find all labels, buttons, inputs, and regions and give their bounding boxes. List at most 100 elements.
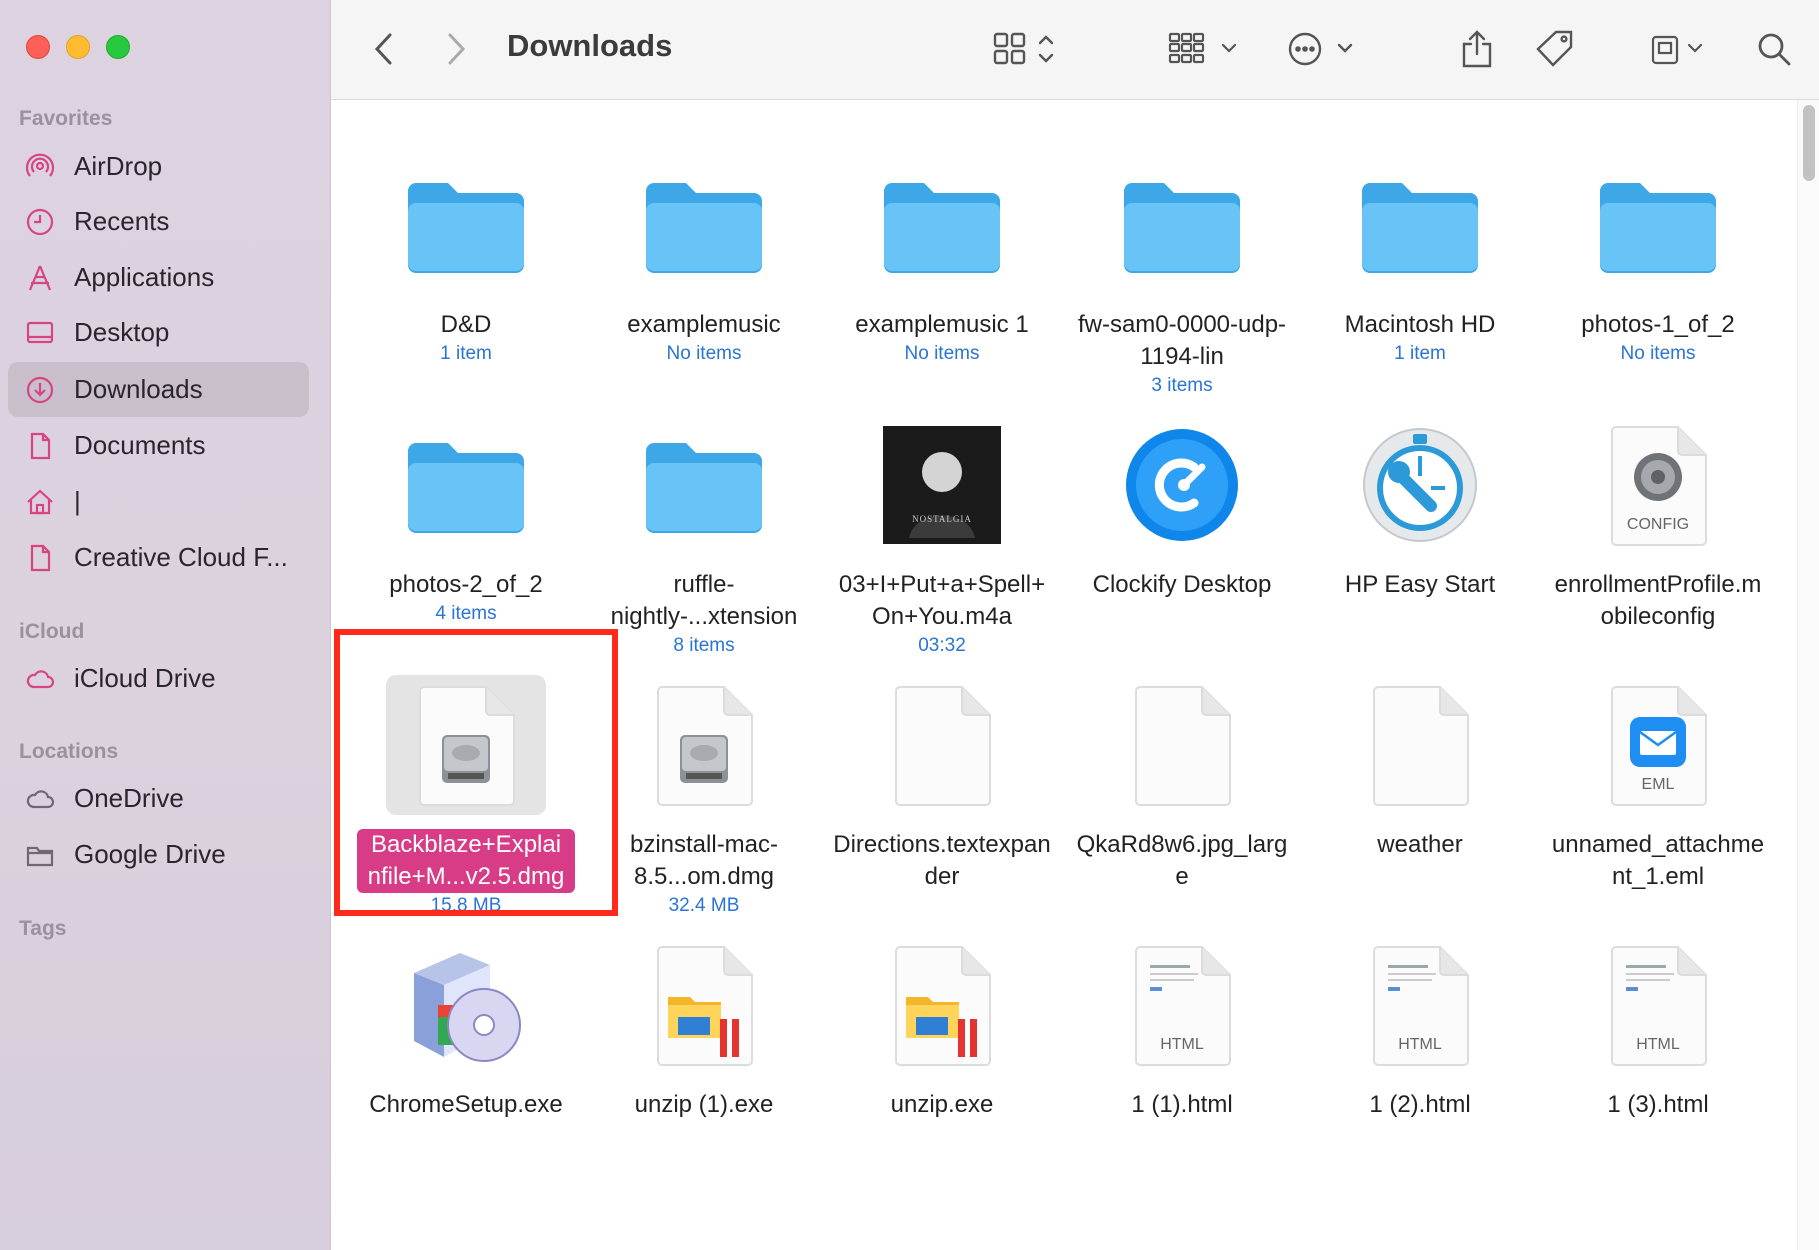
exe-file-icon[interactable] <box>862 935 1022 1075</box>
file-item[interactable]: examplemusic No items <box>589 155 819 367</box>
file-name[interactable]: examplemusic <box>589 309 819 341</box>
sidebar-item-desktop[interactable]: Desktop <box>8 305 309 360</box>
sidebar-item-documents[interactable]: Documents <box>8 418 309 473</box>
forward-icon <box>448 33 466 65</box>
file-item[interactable]: fw-sam0-0000-udp-1194-lin 3 items <box>1067 155 1297 399</box>
folder-file-icon[interactable] <box>624 155 784 295</box>
file-name[interactable]: ruffle-nightly-...xtension <box>589 569 819 633</box>
file-name[interactable]: weather <box>1305 829 1535 861</box>
sidebar-item-onedrive[interactable]: OneDrive <box>8 771 309 826</box>
hp-file-icon[interactable] <box>1340 415 1500 555</box>
file-name[interactable]: examplemusic 1 <box>827 309 1057 341</box>
file-name[interactable]: Clockify Desktop <box>1067 569 1297 601</box>
file-name[interactable]: Backblaze+Explainfile+M...v2.5.dmg <box>357 829 575 893</box>
setup-file-icon[interactable] <box>386 935 546 1075</box>
folder-file-icon[interactable] <box>624 415 784 555</box>
file-name[interactable]: unzip.exe <box>827 1089 1057 1121</box>
file-item[interactable]: Backblaze+Explainfile+M...v2.5.dmg 15.8 M… <box>351 675 581 919</box>
html-file-icon[interactable]: HTML <box>1102 935 1262 1075</box>
file-item[interactable]: ruffle-nightly-...xtension 8 items <box>589 415 819 659</box>
file-name[interactable]: enrollmentProfile.mobileconfig <box>1543 569 1773 633</box>
file-name[interactable]: 1 (2).html <box>1305 1089 1535 1121</box>
file-item[interactable]: CONFIG enrollmentProfile.mobileconfig <box>1543 415 1773 633</box>
sidebar-item-icloud-drive[interactable]: iCloud Drive <box>8 651 309 706</box>
file-item[interactable]: Directions.textexpander <box>827 675 1057 893</box>
file-name[interactable]: 03+I+Put+a+Spell+On+You.m4a <box>827 569 1057 633</box>
file-item[interactable]: examplemusic 1 No items <box>827 155 1057 367</box>
scroll-thumb[interactable] <box>1803 105 1815 181</box>
folder-file-icon[interactable] <box>386 155 546 295</box>
file-name[interactable]: Directions.textexpander <box>827 829 1057 893</box>
file-name[interactable]: photos-2_of_2 <box>351 569 581 601</box>
file-item[interactable]: D&D 1 item <box>351 155 581 367</box>
file-name[interactable]: HP Easy Start <box>1305 569 1535 601</box>
blank-file-icon[interactable] <box>1102 675 1262 815</box>
html-file-icon[interactable]: HTML <box>1340 935 1500 1075</box>
file-name[interactable]: photos-1_of_2 <box>1543 309 1773 341</box>
file-item[interactable]: HTML 1 (3).html <box>1543 935 1773 1121</box>
file-item[interactable]: QkaRd8w6.jpg_large <box>1067 675 1297 893</box>
sidebar-item-google-drive[interactable]: Google Drive <box>8 827 309 882</box>
config-file-icon[interactable]: CONFIG <box>1578 415 1738 555</box>
minimize-window-button[interactable] <box>66 35 90 59</box>
file-info: 3 items <box>1151 375 1213 396</box>
file-name[interactable]: unnamed_attachment_1.eml <box>1543 829 1773 893</box>
album-file-icon[interactable]: NOSTALGIA <box>862 415 1022 555</box>
folder-file-icon[interactable] <box>386 415 546 555</box>
search-button[interactable] <box>1755 26 1793 72</box>
share-button[interactable] <box>1459 26 1495 72</box>
folder-file-icon[interactable] <box>1578 155 1738 295</box>
file-item[interactable]: HTML 1 (2).html <box>1305 935 1535 1121</box>
file-item[interactable]: unzip.exe <box>827 935 1057 1121</box>
file-item[interactable]: HTML 1 (1).html <box>1067 935 1297 1121</box>
file-item[interactable]: EML unnamed_attachment_1.eml <box>1543 675 1773 893</box>
sidebar-section-favorites: Favorites <box>19 107 113 130</box>
scrollbar[interactable] <box>1797 100 1819 1250</box>
html-file-icon[interactable]: HTML <box>1578 935 1738 1075</box>
file-name[interactable]: D&D <box>351 309 581 341</box>
zoom-window-button[interactable] <box>106 35 130 59</box>
file-item[interactable]: weather <box>1305 675 1535 861</box>
file-item[interactable]: ChromeSetup.exe <box>351 935 581 1121</box>
file-item[interactable]: NOSTALGIA 03+I+Put+a+Spell+On+You.m4a 03:3… <box>827 415 1057 659</box>
file-item[interactable]: bzinstall-mac-8.5...om.dmg 32.4 MB <box>589 675 819 919</box>
exe-file-icon[interactable] <box>624 935 784 1075</box>
file-item[interactable]: Macintosh HD 1 item <box>1305 155 1535 367</box>
file-item[interactable]: photos-1_of_2 No items <box>1543 155 1773 367</box>
group-button[interactable] <box>1167 26 1243 72</box>
file-item[interactable]: HP Easy Start <box>1305 415 1535 601</box>
clockify-file-icon[interactable] <box>1102 415 1262 555</box>
file-name[interactable]: 1 (3).html <box>1543 1089 1773 1121</box>
sidebar-item-downloads[interactable]: Downloads <box>8 362 309 417</box>
file-name[interactable]: QkaRd8w6.jpg_large <box>1067 829 1297 893</box>
sidebar-item-creative-cloud[interactable]: Creative Cloud F... <box>8 530 309 585</box>
view-options-button[interactable] <box>991 26 1063 72</box>
back-button[interactable] <box>369 26 399 72</box>
sidebar-item-recents[interactable]: Recents <box>8 194 309 249</box>
file-name[interactable]: fw-sam0-0000-udp-1194-lin <box>1067 309 1297 373</box>
forward-button[interactable] <box>441 26 471 72</box>
eml-file-icon[interactable]: EML <box>1578 675 1738 815</box>
sidebar-item-home[interactable]: | <box>8 474 309 529</box>
folder-file-icon[interactable] <box>1102 155 1262 295</box>
file-item[interactable]: unzip (1).exe <box>589 935 819 1121</box>
blank-file-icon[interactable] <box>1340 675 1500 815</box>
tag-button[interactable] <box>1533 26 1577 72</box>
folder-file-icon[interactable] <box>1340 155 1500 295</box>
drive-button[interactable] <box>1649 26 1707 72</box>
folder-file-icon[interactable] <box>862 155 1022 295</box>
file-item[interactable]: photos-2_of_2 4 items <box>351 415 581 627</box>
dmg-file-icon[interactable] <box>624 675 784 815</box>
blank-file-icon[interactable] <box>862 675 1022 815</box>
file-name[interactable]: 1 (1).html <box>1067 1089 1297 1121</box>
file-name[interactable]: ChromeSetup.exe <box>351 1089 581 1121</box>
action-button[interactable] <box>1287 26 1361 72</box>
sidebar-item-airdrop[interactable]: AirDrop <box>8 139 309 194</box>
sidebar-item-applications[interactable]: Applications <box>8 250 309 305</box>
file-item[interactable]: Clockify Desktop <box>1067 415 1297 601</box>
close-window-button[interactable] <box>26 35 50 59</box>
file-name[interactable]: Macintosh HD <box>1305 309 1535 341</box>
file-name[interactable]: unzip (1).exe <box>589 1089 819 1121</box>
file-name[interactable]: bzinstall-mac-8.5...om.dmg <box>589 829 819 893</box>
dmg-file-icon[interactable] <box>386 675 546 815</box>
